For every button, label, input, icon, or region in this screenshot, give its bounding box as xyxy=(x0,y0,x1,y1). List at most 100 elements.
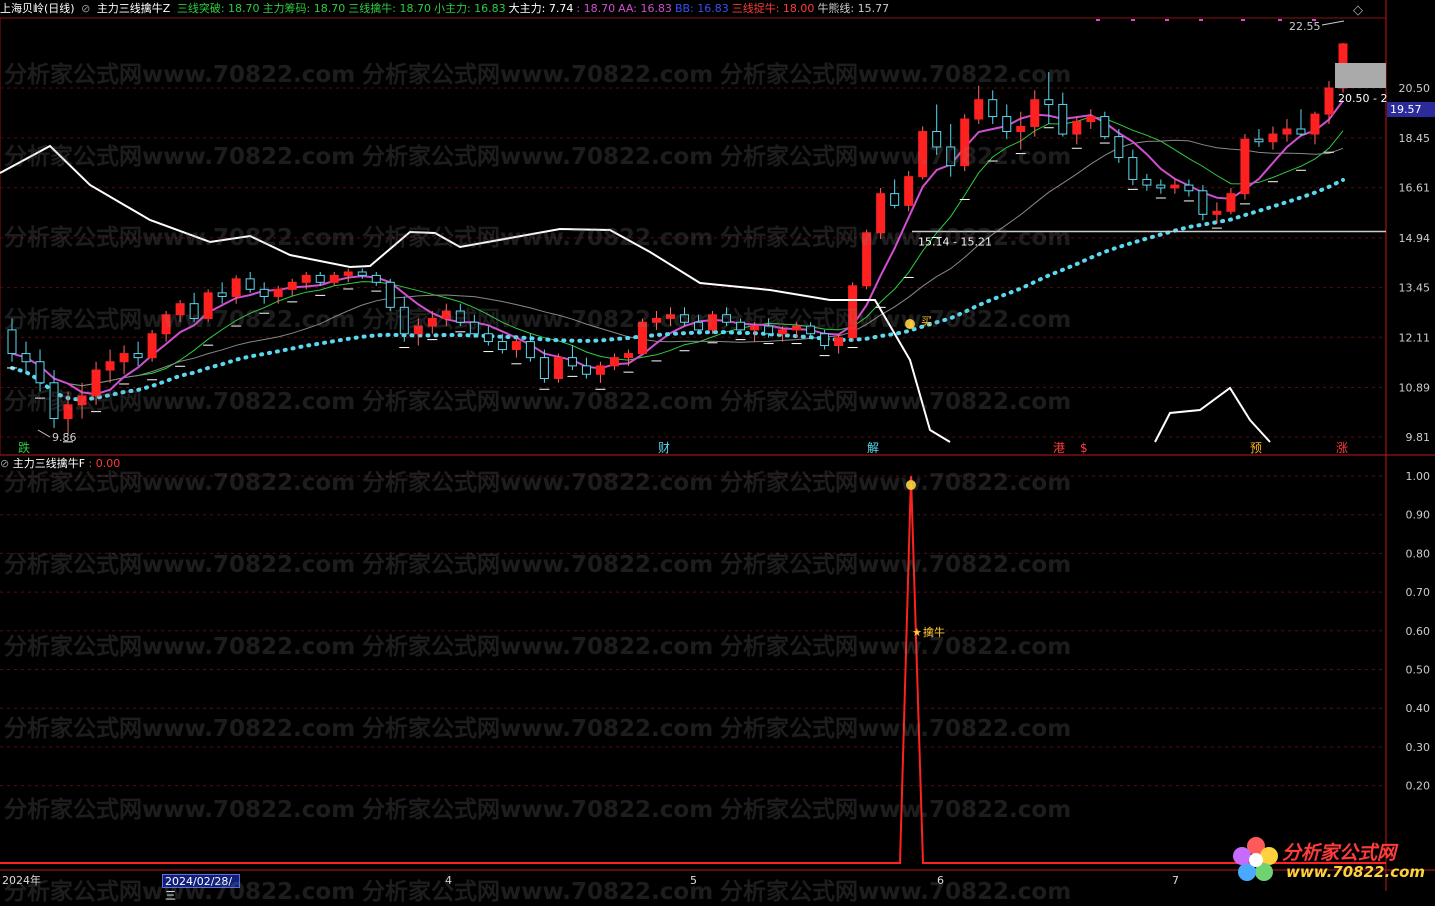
candle-body xyxy=(287,281,297,290)
header-value-8: 三线捉牛: 18.00 xyxy=(731,2,815,15)
main-y-tick-label: 14.94 xyxy=(1399,232,1431,245)
candle-body xyxy=(49,382,59,420)
cyan-dotted-support-line xyxy=(10,177,1345,403)
candle-body xyxy=(1198,190,1208,215)
candle-body xyxy=(946,146,956,167)
candle-body xyxy=(792,325,802,331)
sub-y-tick-label: 1.00 xyxy=(1406,470,1431,483)
candle-body xyxy=(1268,133,1278,143)
subchart-value: : 0.00 xyxy=(88,457,121,470)
candle-body xyxy=(119,353,129,363)
candle-body xyxy=(1086,116,1096,122)
grey-price-block xyxy=(1335,63,1386,88)
candle-body xyxy=(539,357,549,379)
sub-y-tick-label: 0.90 xyxy=(1406,509,1431,522)
month-label-6: 6 xyxy=(937,874,944,887)
candle-body xyxy=(665,314,675,319)
candle-body xyxy=(1296,128,1306,135)
candle-body xyxy=(497,341,507,351)
candle-body xyxy=(637,321,647,355)
candle-body xyxy=(1100,116,1110,138)
capture-star-icon: ★ xyxy=(912,626,922,639)
candle-body xyxy=(511,341,521,351)
candle-body xyxy=(764,325,774,335)
candle-body xyxy=(876,193,886,234)
candle-body xyxy=(567,357,577,367)
candle-body xyxy=(1324,87,1334,115)
candle-body xyxy=(273,288,283,297)
candle-body xyxy=(189,303,199,319)
candle-body xyxy=(371,274,381,283)
candle-body xyxy=(736,321,746,331)
candle-body xyxy=(329,274,339,283)
candle-body xyxy=(1240,138,1250,195)
year-label: 2024年 xyxy=(2,874,41,887)
header-value-6: AA: 16.83 xyxy=(618,2,672,15)
candle-body xyxy=(932,131,942,148)
candle-body xyxy=(315,274,325,283)
main-y-tick-label: 16.61 xyxy=(1399,182,1431,195)
low-price-label: 9.86 xyxy=(52,431,77,444)
main-y-tick-label: 13.45 xyxy=(1399,282,1431,295)
candle-body xyxy=(834,337,844,347)
month-label-5: 5 xyxy=(690,874,697,887)
buy-label: 买 xyxy=(921,315,932,328)
header-value-3: 小主力: 16.83 xyxy=(433,2,506,15)
logo-title: 分析家公式网 xyxy=(1282,842,1397,864)
sub-y-tick-label: 0.20 xyxy=(1406,780,1431,793)
candle-body xyxy=(1184,184,1194,192)
candle-body xyxy=(651,317,661,323)
candle-body xyxy=(974,99,984,120)
candle-body xyxy=(1072,120,1082,135)
header-value-4: 大主力: 7.74 xyxy=(508,2,574,15)
event-marker-label: 财 xyxy=(658,441,670,455)
header-value-0: 三线突破: 18.70 xyxy=(176,2,260,15)
candle-body xyxy=(553,357,563,379)
collapse-icon[interactable]: ⊘ xyxy=(81,2,90,15)
candle-body xyxy=(399,306,409,335)
candle-body xyxy=(63,404,73,420)
candle-body xyxy=(259,288,269,297)
candle-body xyxy=(147,333,157,359)
candle-body xyxy=(161,314,171,335)
oscillator-white-line xyxy=(0,144,951,443)
candle-body xyxy=(441,310,451,319)
candle-body xyxy=(413,325,423,335)
candle-body xyxy=(343,271,353,276)
candle-body xyxy=(7,329,17,355)
flower-logo-icon xyxy=(1233,837,1278,881)
candle-body xyxy=(1058,103,1068,135)
capture-label: 擒牛 xyxy=(923,625,945,639)
header-value-2: 三线擒牛: 18.70 xyxy=(348,2,431,15)
main-y-tick-label: 12.11 xyxy=(1399,331,1431,344)
candle-body xyxy=(722,314,732,323)
event-marker-label: 解 xyxy=(867,441,879,455)
header-value-5: : 18.70 xyxy=(576,2,616,15)
candle-body xyxy=(1128,157,1138,180)
candle-body xyxy=(245,278,255,290)
main-chart-canvas: 20.50 18.45 16.61 14.94 13.45 12.11 10.89 9.81 1… xyxy=(0,0,1435,891)
candle-body xyxy=(595,365,605,375)
event-marker-label: 港 xyxy=(1053,441,1065,455)
subchart-header: ⊘ 主力三线擒牛F : 0.00 xyxy=(0,456,120,472)
candle-body xyxy=(1310,113,1320,135)
candle-body xyxy=(469,321,479,335)
candle-body xyxy=(91,369,101,397)
sub-y-tick-label: 0.80 xyxy=(1406,547,1431,560)
indicator-name[interactable]: 主力三线擒牛Z xyxy=(97,2,171,15)
main-panel-frame xyxy=(0,17,1387,456)
candle-body xyxy=(175,303,185,316)
event-marker-label: 预 xyxy=(1250,441,1262,455)
range-label: 15.14 - 15.21 xyxy=(918,236,992,249)
candle-body xyxy=(708,314,718,331)
month-label-4: 4 xyxy=(445,874,452,887)
site-logo: 分析家公式网 www.70822.com xyxy=(1228,832,1428,888)
collapse-icon[interactable]: ⊘ xyxy=(0,457,9,470)
subchart-indicator-name[interactable]: 主力三线擒牛F xyxy=(13,457,85,470)
candle-body xyxy=(357,271,367,276)
candle-body xyxy=(609,357,619,367)
candle-body xyxy=(105,361,115,371)
main-y-tick-label: 10.89 xyxy=(1399,382,1431,395)
candle-body xyxy=(1282,128,1292,135)
stock-name[interactable]: 上海贝岭(日线) xyxy=(0,2,75,15)
